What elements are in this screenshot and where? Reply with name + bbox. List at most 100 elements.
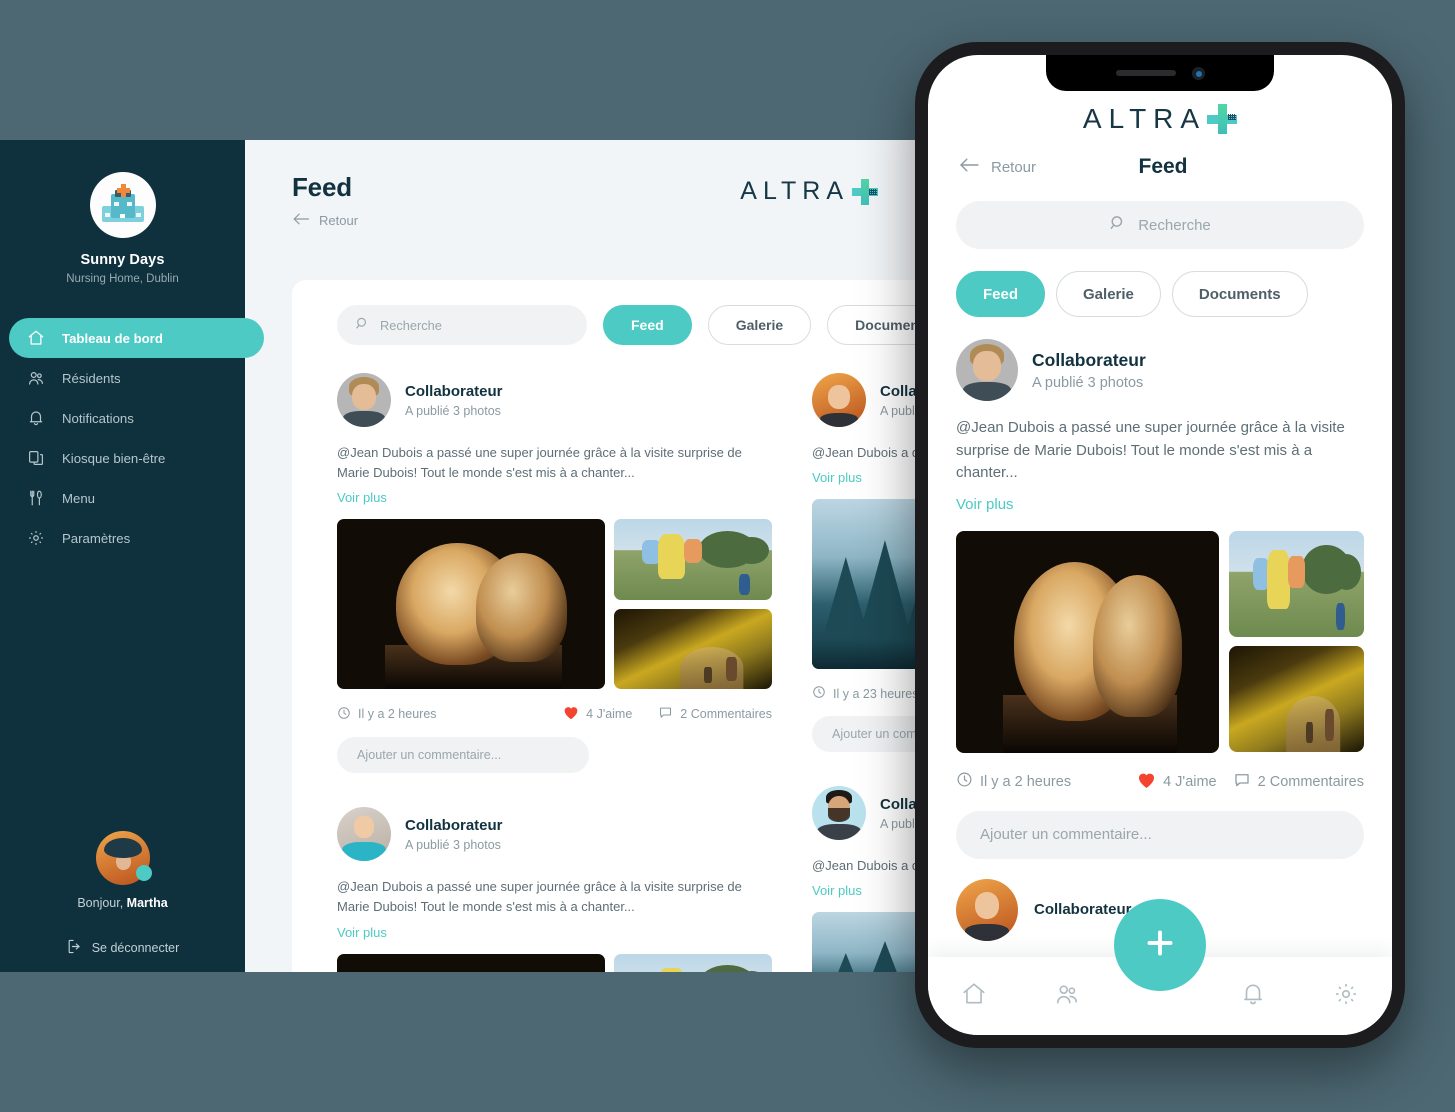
plus-icon (1207, 104, 1238, 134)
avatar[interactable] (812, 373, 866, 427)
arrow-left-icon (292, 212, 310, 229)
post-photo-main[interactable] (337, 953, 605, 972)
post-time: Il y a 2 heures (337, 706, 437, 723)
post-photo-main[interactable] (812, 499, 918, 670)
post-header: Collaborateur A publié 3 photos (812, 373, 918, 427)
back-button[interactable]: Retour (292, 212, 740, 229)
clock-icon (337, 706, 351, 723)
post-author: Collaborateur (405, 816, 503, 834)
post-likes-label: 4 J'aime (586, 707, 633, 722)
search-input[interactable]: Recherche (956, 201, 1364, 249)
tab-feed[interactable]: Feed (603, 305, 692, 345)
tab-galerie[interactable]: Galerie (707, 305, 812, 345)
logout-button[interactable]: Se déconnecter (0, 938, 245, 958)
gear-icon (1333, 981, 1359, 1012)
post-header: Collaborateur A publié 3 photos (812, 786, 918, 841)
phone-frame: ALTRA Retour Feed Recherche Feed Galerie… (915, 42, 1405, 1048)
tabbar-residents[interactable] (1021, 981, 1114, 1012)
back-label: Retour (319, 213, 359, 228)
avatar[interactable] (337, 807, 391, 862)
sidebar-item-residents[interactable]: Résidents (0, 358, 245, 398)
post-text: @Jean Dubois a d comme un pro »... (812, 858, 918, 874)
add-post-button[interactable] (1114, 899, 1206, 991)
post-photo-tertiary[interactable] (614, 608, 772, 690)
avatar[interactable] (812, 786, 866, 841)
post-photos (337, 953, 772, 972)
phone-notch (1046, 55, 1274, 91)
post-time: Il y a 23 heures (812, 685, 918, 702)
comment-icon (1233, 771, 1251, 793)
see-more-link[interactable]: Voir plus (337, 490, 772, 505)
sidebar-item-menu[interactable]: Menu (0, 478, 245, 518)
post-meta: Il y a 2 heures 4 J'aime 2 Commentaires (337, 705, 772, 723)
sidebar: Sunny Days Nursing Home, Dublin Tableau … (0, 140, 264, 972)
comment-input[interactable]: Ajouter un commentaire... (956, 810, 1364, 859)
post-photos (812, 499, 918, 670)
front-camera-icon (1191, 66, 1205, 80)
greeting-prefix: Bonjour, (77, 896, 127, 910)
sidebar-item-label: Résidents (62, 370, 121, 386)
back-button[interactable]: Retour (958, 157, 1036, 177)
post-photo-secondary[interactable] (614, 953, 772, 972)
tab-documents[interactable]: Documents (827, 305, 918, 345)
post-comments[interactable]: 2 Commentaires (1233, 771, 1364, 793)
post-photo-secondary[interactable] (614, 519, 772, 600)
tabbar-home[interactable] (928, 981, 1021, 1012)
post-photo-main[interactable] (956, 530, 1219, 753)
sidebar-item-label: Tableau de bord (62, 330, 163, 346)
comment-input[interactable]: Ajouter un commentaire... (337, 737, 589, 774)
page-title: Feed (292, 172, 352, 202)
search-placeholder: Recherche (380, 317, 442, 333)
post-photo-main[interactable] (812, 912, 918, 972)
users-icon (26, 368, 46, 388)
bell-icon (1240, 981, 1266, 1012)
speaker-grille (1115, 70, 1176, 76)
sidebar-item-kiosque-bien-etre[interactable]: Kiosque bien-être (0, 438, 245, 478)
sidebar-item-parametres[interactable]: Paramètres (0, 518, 245, 558)
see-more-link[interactable]: Voir plus (337, 925, 772, 940)
sidebar-item-notifications[interactable]: Notifications (0, 398, 245, 438)
hospital-building-icon (101, 184, 144, 222)
post-comments[interactable]: 2 Commentaires (658, 705, 772, 723)
bell-icon (26, 408, 46, 428)
tab-documents[interactable]: Documents (1171, 271, 1308, 317)
sidebar-item-label: Menu (62, 490, 95, 506)
avatar[interactable] (956, 878, 1018, 941)
post-author: Collaborateur (1032, 349, 1146, 370)
post-comments-label: 2 Commentaires (680, 707, 772, 722)
cutlery-icon (26, 488, 46, 508)
post-meta: Il y a 2 heures 4 J'aime 2 Commentaires (956, 771, 1364, 793)
post-photos (337, 519, 772, 690)
avatar[interactable] (337, 373, 391, 427)
feed-card: Recherche Feed Galerie Documents (292, 280, 918, 972)
tabbar-settings[interactable] (1299, 981, 1392, 1012)
avatar[interactable] (956, 339, 1018, 401)
tab-feed[interactable]: Feed (956, 271, 1046, 317)
post-photo-main[interactable] (337, 519, 605, 690)
post-likes[interactable]: 4 J'aime (563, 705, 632, 723)
sidebar-item-tableau-de-bord[interactable]: Tableau de bord (9, 318, 264, 358)
altra-wordmark: ALTRA (1082, 103, 1207, 134)
see-more-link[interactable]: Voir plus (956, 496, 1364, 513)
comment-placeholder: Ajouter un commentaire... (832, 727, 918, 742)
mobile-navbar: Retour Feed (928, 135, 1392, 179)
post-likes[interactable]: 4 J'aime (1137, 771, 1217, 793)
comment-input[interactable]: Ajouter un commentaire... (812, 716, 918, 753)
org-subtitle: Nursing Home, Dublin (66, 273, 179, 285)
see-more-link[interactable]: Voir plus (812, 470, 918, 485)
post-time-label: Il y a 2 heures (358, 707, 437, 722)
tab-galerie[interactable]: Galerie (1056, 271, 1161, 317)
post-photo-secondary[interactable] (1229, 530, 1364, 637)
tabbar-notifications[interactable] (1206, 981, 1299, 1012)
post-photo-tertiary[interactable] (1229, 645, 1364, 752)
see-more-link[interactable]: Voir plus (812, 883, 918, 898)
search-input[interactable]: Recherche (337, 305, 587, 345)
sidebar-item-label: Paramètres (62, 530, 131, 546)
gear-icon (26, 528, 46, 548)
avatar[interactable] (95, 831, 152, 885)
comment-placeholder: Ajouter un commentaire... (980, 826, 1152, 843)
post-subtitle: A publié 3 photos (880, 403, 918, 418)
post-text: @Jean Dubois a passé une super journée g… (337, 879, 742, 915)
post-author: Collaborateur (880, 795, 918, 813)
post-time-label: Il y a 23 heures (833, 686, 918, 701)
